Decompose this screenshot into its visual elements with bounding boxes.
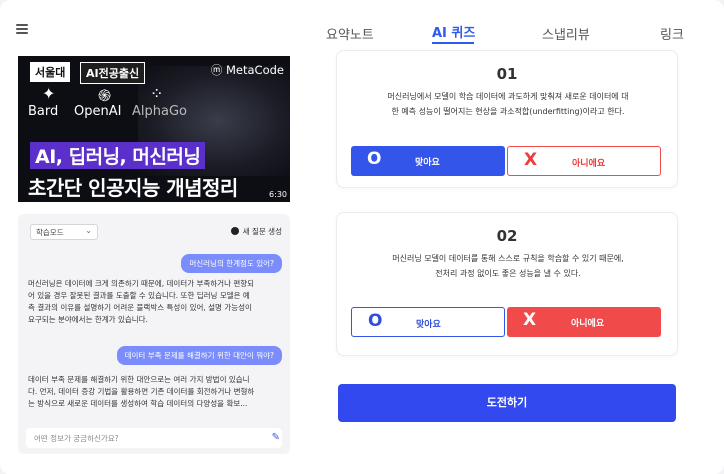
assistant-message: 데이터 부족 문제를 해결하기 위한 대안으로는 여러 가지 방법이 있습니 다… [28, 374, 282, 410]
assistant-message-line: 어 있을 경우 잘못된 결과를 도출할 수 있습니다. 또한 딥러닝 모델은 예 [28, 291, 250, 300]
quiz-question: 머신러닝에서 모델이 학습 데이터에 과도하게 맞춰져 새로운 데이터에 대 한… [353, 89, 663, 119]
answer-false-label: 아니에요 [571, 319, 605, 329]
new-question-icon [230, 227, 239, 235]
assistant-message-line: 다. 먼저, 데이터 증강 기법을 활용하면 기존 데이터를 회전하거나 변형하 [28, 387, 255, 396]
pen-icon[interactable]: ✎ [272, 432, 280, 443]
hamburger-menu-icon[interactable] [16, 24, 28, 34]
assistant-message: 머신러닝은 데이터에 크게 의존하기 때문에, 데이터가 부족하거나 편향되 어… [28, 278, 282, 326]
quiz-card-02: 02 머신러닝 모델이 데이터를 통해 스스로 규칙을 학습할 수 있기 때문에… [336, 212, 678, 356]
alphago-logo-icon: ⁘ [150, 84, 164, 103]
user-message-bubble: 머신러닝의 한계점도 있어? [181, 254, 282, 273]
o-mark-icon: O [368, 311, 383, 331]
channel-logo: ⓜ MetaCode [210, 63, 284, 77]
university-badge: 서울대 [30, 62, 71, 82]
chat-input-field[interactable]: 어떤 정보가 궁금하신가요? [26, 428, 282, 448]
quiz-question: 머신러닝 모델이 데이터를 통해 스스로 규칙을 학습할 수 있기 때문에, 전… [353, 251, 663, 281]
chevron-down-icon: ⌄ [85, 226, 92, 235]
answer-false-label: 아니에요 [572, 159, 606, 169]
page: 요약노트 AI 퀴즈 스냅리뷰 링크 서울대 AI전공출신 ⓜ MetaCode… [0, 0, 724, 474]
tab-bar: 요약노트 AI 퀴즈 스냅리뷰 링크 [318, 18, 698, 44]
video-duration: 6:30 [269, 190, 287, 199]
openai-label: OpenAI [74, 104, 122, 119]
o-mark-icon: O [367, 149, 382, 169]
tab-summary-note[interactable]: 요약노트 [326, 24, 374, 43]
tab-ai-quiz[interactable]: AI 퀴즈 [432, 22, 475, 41]
answer-true-button[interactable]: O 맞아요 [351, 307, 505, 337]
active-tab-indicator [432, 42, 474, 44]
new-question-button[interactable]: 새 질문 생성 [230, 226, 282, 237]
assistant-message-line: 머신러닝은 데이터에 크게 의존하기 때문에, 데이터가 부족하거나 편향되 [28, 279, 255, 288]
challenge-button[interactable]: 도전하기 [338, 384, 676, 422]
quiz-card-01: 01 머신러닝에서 모델이 학습 데이터에 과도하게 맞춰져 새로운 데이터에 … [336, 50, 678, 188]
ai-major-badge: AI전공출신 [80, 62, 146, 84]
answer-true-label: 맞아요 [415, 158, 440, 168]
study-mode-label: 학습모드 [36, 228, 64, 237]
video-thumbnail[interactable]: 서울대 AI전공출신 ⓜ MetaCode ✦ Bard ֍ OpenAI ⁘ … [18, 56, 290, 202]
x-mark-icon: X [524, 150, 538, 170]
ai-chat-panel: 학습모드 ⌄ 새 질문 생성 머신러닝의 한계점도 있어? 머신러닝은 데이터에… [18, 214, 290, 454]
answer-false-button[interactable]: X 아니에요 [507, 307, 661, 337]
assistant-message-line: 측 결과의 이유를 설명하기 어려운 블랙박스 특성이 있어, 설명 가능성이 [28, 303, 252, 312]
assistant-message-line: 데이터 부족 문제를 해결하기 위한 대안으로는 여러 가지 방법이 있습니 [28, 375, 250, 384]
bard-sparkle-icon: ✦ [42, 84, 56, 103]
assistant-message-line: 는 방식으로 새로운 데이터를 생성하여 학습 데이터의 다양성을 확보... [28, 399, 248, 408]
video-headline-primary: AI, 딥러닝, 머신러닝 [30, 142, 206, 169]
quiz-question-line: 한 예측 성능이 떨어지는 현상을 과소적합(underfitting)이라고 … [391, 107, 625, 116]
x-mark-icon: X [523, 310, 537, 330]
video-headline-secondary: 초간단 인공지능 개념정리 [28, 176, 238, 200]
study-mode-dropdown[interactable]: 학습모드 ⌄ [30, 224, 98, 240]
bard-label: Bard [28, 104, 59, 119]
alphago-label: AlphaGo [132, 104, 187, 119]
tab-snap-review[interactable]: 스냅리뷰 [542, 24, 590, 43]
quiz-number: 01 [496, 65, 518, 83]
openai-logo-icon: ֍ [98, 86, 112, 105]
new-question-label: 새 질문 생성 [242, 227, 282, 236]
quiz-question-line: 머신러닝에서 모델이 학습 데이터에 과도하게 맞춰져 새로운 데이터에 대 [387, 92, 629, 101]
quiz-number: 02 [496, 227, 518, 245]
tab-link[interactable]: 링크 [660, 24, 684, 43]
assistant-message-line: 요구되는 분야에서는 한계가 있습니다. [28, 315, 148, 324]
answer-true-button[interactable]: O 맞아요 [351, 146, 505, 176]
answer-true-label: 맞아요 [416, 320, 441, 330]
user-message-bubble: 데이터 부족 문제를 해결하기 위한 대안이 뭐야? [116, 346, 282, 365]
answer-false-button[interactable]: X 아니에요 [507, 146, 661, 176]
quiz-question-line: 머신러닝 모델이 데이터를 통해 스스로 규칙을 학습할 수 있기 때문에, [392, 254, 624, 263]
quiz-question-line: 전처리 과정 없이도 좋은 성능을 낼 수 있다. [435, 269, 581, 278]
